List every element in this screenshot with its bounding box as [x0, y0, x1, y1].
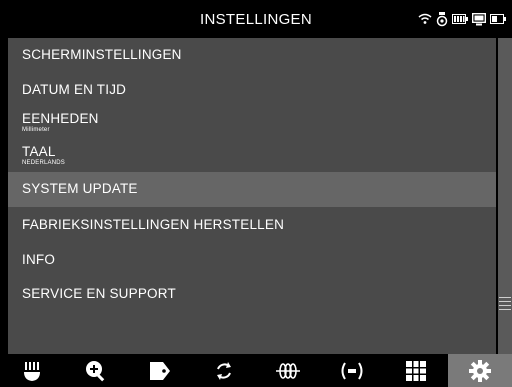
menu-item-label: SERVICE EN SUPPORT: [22, 286, 176, 301]
battery-icon: [490, 14, 506, 24]
locate-icon: [341, 361, 363, 380]
title-bar: INSTELLINGEN: [0, 0, 512, 38]
menu-item-value: Millimeter: [22, 127, 50, 133]
menu-item-info[interactable]: INFO: [8, 242, 496, 277]
grid-button[interactable]: [384, 354, 448, 387]
menu-item-eenheden[interactable]: EENHEDEN Millimeter: [8, 108, 496, 140]
camera-icon: [436, 12, 448, 27]
locate-button[interactable]: [320, 354, 384, 387]
status-icons: [418, 10, 506, 28]
menu-item-label: FABRIEKSINSTELLINGEN HERSTELLEN: [22, 217, 285, 232]
scrollbar-thumb[interactable]: [498, 296, 512, 316]
probe-button[interactable]: [0, 354, 64, 387]
menu-item-value: NEDERLANDS: [22, 160, 66, 166]
bottom-toolbar: [0, 354, 512, 387]
display-icon: [472, 12, 486, 25]
settings-menu: SCHERMINSTELLINGEN DATUM EN TIJD EENHEDE…: [8, 38, 496, 354]
grid-icon: [406, 360, 426, 381]
probe-icon: [24, 361, 40, 381]
menu-item-datum-en-tijd[interactable]: DATUM EN TIJD: [8, 73, 496, 108]
tag-button[interactable]: [128, 354, 192, 387]
settings-icon: [469, 359, 491, 382]
menu-item-service-en-support[interactable]: SERVICE EN SUPPORT: [8, 277, 496, 312]
menu-item-system-update[interactable]: SYSTEM UPDATE: [8, 172, 496, 207]
battery-icon: [452, 14, 468, 24]
zoom-button[interactable]: [64, 354, 128, 387]
menu-item-scherminstellingen[interactable]: SCHERMINSTELLINGEN: [8, 38, 496, 73]
menu-item-label: EENHEDEN: [22, 111, 99, 126]
rotate-button[interactable]: [192, 354, 256, 387]
menu-item-label: SCHERMINSTELLINGEN: [22, 47, 182, 62]
menu-item-taal[interactable]: TAAL NEDERLANDS: [8, 140, 496, 172]
scrollbar[interactable]: [498, 38, 512, 354]
wifi-icon: [418, 13, 432, 24]
settings-button[interactable]: [448, 354, 512, 387]
menu-item-label: SYSTEM UPDATE: [22, 181, 138, 196]
menu-item-label: DATUM EN TIJD: [22, 82, 127, 97]
menu-item-label: TAAL: [22, 144, 56, 159]
coil-button[interactable]: [256, 354, 320, 387]
zoom-in-icon: [86, 360, 105, 381]
menu-item-label: INFO: [22, 252, 56, 267]
tag-icon: [150, 361, 170, 380]
rotate-icon: [217, 361, 231, 380]
coil-icon: [276, 362, 300, 379]
menu-item-fabrieksinstellingen[interactable]: FABRIEKSINSTELLINGEN HERSTELLEN: [8, 207, 496, 242]
